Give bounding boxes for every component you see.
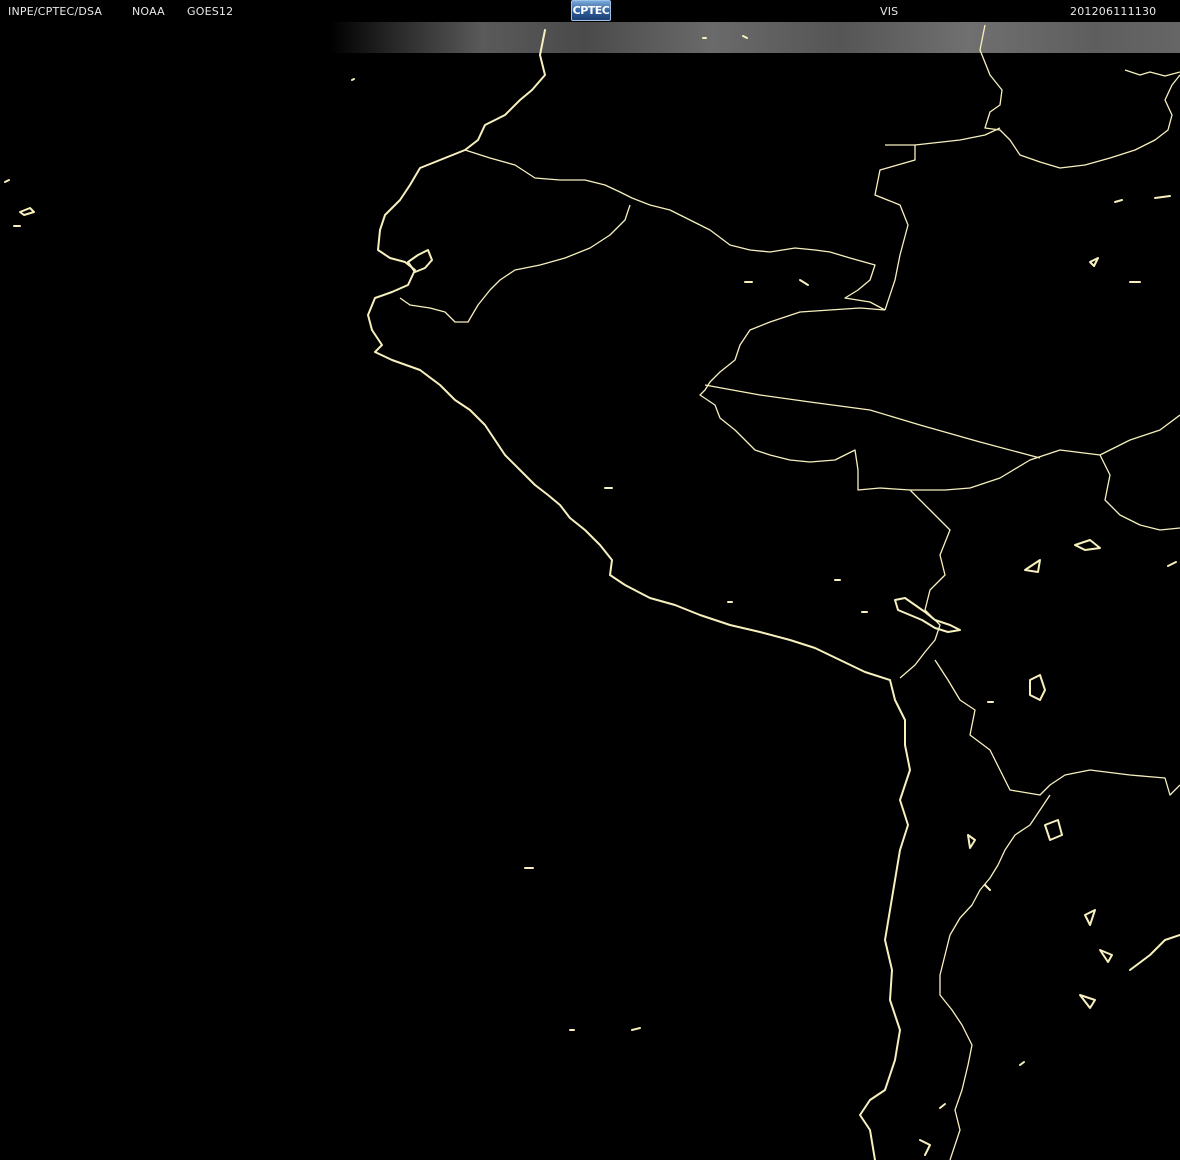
lake-fragment-2 <box>1167 561 1177 567</box>
chile-argentina-border <box>939 794 1051 1160</box>
bolivia-chile-border <box>934 659 1180 796</box>
venezuela-border <box>979 24 1180 169</box>
venezuela-west-border <box>914 127 1001 146</box>
satellite-map <box>4 24 1180 1160</box>
islet-18 <box>919 1139 931 1156</box>
islet-14 <box>967 834 976 849</box>
colombia-brazil-border <box>874 144 916 311</box>
agency-label: NOAA <box>132 5 165 18</box>
venezuela-fragment <box>1154 195 1171 199</box>
lake-amazon-1 <box>1074 539 1101 551</box>
lake-amazon-2 <box>1024 559 1041 573</box>
image-header: INPE/CPTEC/DSA NOAA GOES12 CPTEC VIS 201… <box>0 0 1180 22</box>
salt-lake-3 <box>1084 909 1096 926</box>
bolivia-brazil-border <box>1099 454 1180 531</box>
lake-orinoco <box>1089 257 1099 267</box>
salt-lake-5 <box>1099 949 1113 963</box>
islet-15 <box>984 884 991 891</box>
salt-lake-1 <box>1029 674 1046 701</box>
salt-lake-2 <box>1044 819 1063 841</box>
acre-border <box>704 384 1041 459</box>
timestamp-label: 201206111130 <box>1070 5 1157 18</box>
guayaquil-gulf <box>407 249 433 273</box>
ecuador-colombia-border <box>464 149 886 311</box>
east-coast-fragment <box>1129 934 1180 971</box>
logo-text: CPTEC <box>572 4 610 17</box>
lake-titicaca <box>894 597 961 633</box>
salt-lake-4 <box>1079 994 1096 1009</box>
islet-17 <box>939 1103 946 1109</box>
islet-19 <box>799 279 809 286</box>
galapagos-islet-1 <box>19 207 35 216</box>
channel-label: VIS <box>880 5 899 18</box>
islet-4 <box>351 78 355 81</box>
pacific-coastline <box>367 29 911 1160</box>
guyana-coast <box>1124 69 1180 77</box>
peru-bolivia-border <box>899 489 951 679</box>
venezuela-fragment-2 <box>1114 199 1123 203</box>
satellite-label: GOES12 <box>187 5 234 18</box>
institution-label: INPE/CPTEC/DSA <box>8 5 103 18</box>
peru-colombia-brazil-border <box>699 307 1180 491</box>
islet-16 <box>1019 1061 1025 1066</box>
islet-7 <box>631 1027 641 1031</box>
cptec-logo: CPTEC <box>571 0 611 21</box>
islet-3 <box>4 179 10 183</box>
ecuador-peru-border <box>399 204 631 323</box>
cloud-coast-fragment-2 <box>742 35 748 39</box>
